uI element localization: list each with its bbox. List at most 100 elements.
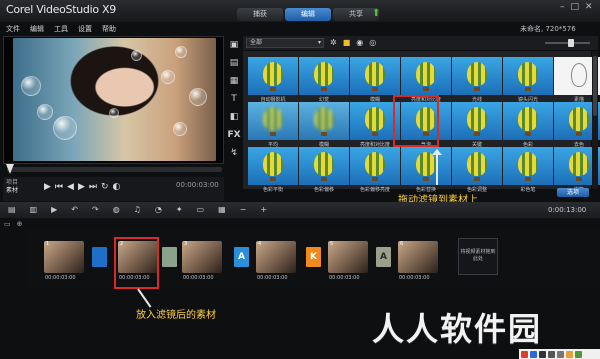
player-timecode[interactable]: 00:00:03:00 bbox=[176, 181, 219, 189]
undo-icon[interactable]: ↶ bbox=[71, 205, 78, 214]
end-icon[interactable]: ⏭ bbox=[89, 182, 97, 192]
selected-thumbnail-highlight bbox=[393, 95, 439, 147]
filter-thumbnail[interactable] bbox=[248, 102, 298, 140]
menu-help[interactable]: 帮助 bbox=[102, 24, 116, 34]
drop-zone[interactable]: 将视频素材拖到此处 bbox=[458, 238, 498, 275]
storyboard-clip[interactable] bbox=[256, 241, 296, 273]
storyboard-clip[interactable] bbox=[398, 241, 438, 273]
system-tray bbox=[519, 349, 600, 359]
repeat-icon[interactable]: ↻ bbox=[101, 182, 109, 192]
storyboard-clip[interactable] bbox=[328, 241, 368, 273]
add-track-icon[interactable]: ⊕ bbox=[17, 220, 23, 228]
scrub-bar[interactable] bbox=[7, 167, 222, 172]
filter-2d-icon[interactable]: ◉ bbox=[356, 38, 363, 47]
transition-thumbnail[interactable]: K bbox=[306, 247, 321, 267]
options-button[interactable]: 选项 bbox=[557, 188, 589, 197]
menu-settings[interactable]: 设置 bbox=[78, 24, 92, 34]
filter-thumbnail[interactable] bbox=[503, 102, 553, 140]
filter-thumbnail[interactable] bbox=[299, 57, 349, 95]
filter-thumbnail[interactable] bbox=[503, 57, 553, 95]
folder-icon[interactable]: ■ bbox=[343, 38, 351, 47]
filter-thumbnail[interactable] bbox=[503, 147, 553, 185]
graphic-icon[interactable]: ◧ bbox=[230, 112, 239, 122]
filter-3d-icon[interactable]: ◎ bbox=[369, 38, 376, 47]
menu-edit[interactable]: 编辑 bbox=[30, 24, 44, 34]
fx-icon[interactable]: FX bbox=[227, 130, 240, 140]
timeline-timecode[interactable]: 0:00:13:00 bbox=[548, 206, 586, 214]
mode-clip[interactable]: 素材 bbox=[6, 187, 18, 195]
tab-capture[interactable]: 捕获 bbox=[237, 8, 283, 21]
next-frame-icon[interactable]: ▶ bbox=[78, 182, 85, 192]
filter-thumbnail[interactable] bbox=[299, 102, 349, 140]
multi-cam-icon[interactable]: ▦ bbox=[218, 205, 226, 214]
motion-track-icon[interactable]: ✦ bbox=[176, 205, 183, 214]
timeline-view-icon[interactable]: ▥ bbox=[30, 205, 38, 214]
zoom-in-icon[interactable]: + bbox=[260, 205, 267, 214]
transition-thumbnail[interactable] bbox=[92, 247, 107, 267]
menu-tools[interactable]: 工具 bbox=[54, 24, 68, 34]
filter-thumbnail[interactable] bbox=[401, 57, 451, 95]
redo-icon[interactable]: ↷ bbox=[92, 205, 99, 214]
tool-icon[interactable] bbox=[575, 350, 582, 358]
play-icon[interactable]: ▶ bbox=[44, 182, 51, 192]
volume-icon[interactable]: ◐ bbox=[113, 182, 121, 192]
title-icon[interactable]: T bbox=[231, 94, 237, 104]
play-icon[interactable]: ▶ bbox=[51, 205, 57, 214]
ime-icon[interactable] bbox=[530, 350, 537, 358]
filter-thumbnail[interactable] bbox=[350, 147, 400, 185]
filter-thumbnail[interactable] bbox=[350, 57, 400, 95]
menu-bar: 文件 编辑 工具 设置 帮助 bbox=[6, 24, 116, 34]
maximize-icon[interactable]: □ bbox=[571, 2, 580, 12]
filter-select[interactable]: 全部 ▾ bbox=[246, 38, 324, 48]
home-icon[interactable]: ⏮ bbox=[55, 182, 63, 192]
path-icon[interactable]: ↯ bbox=[230, 148, 238, 158]
filter-thumbnail[interactable] bbox=[401, 147, 451, 185]
filter-thumbnail[interactable] bbox=[452, 102, 502, 140]
subtitle-icon[interactable]: ▭ bbox=[197, 205, 205, 214]
balloon-graphic bbox=[518, 62, 538, 86]
moon-icon[interactable] bbox=[539, 350, 546, 358]
library-scroll-thumb[interactable] bbox=[593, 56, 597, 116]
preview-image bbox=[13, 38, 216, 161]
skin-icon[interactable] bbox=[566, 350, 573, 358]
bubble bbox=[189, 88, 207, 106]
balloon-graphic bbox=[365, 107, 385, 131]
tab-edit[interactable]: 编辑 bbox=[285, 8, 331, 21]
menu-file[interactable]: 文件 bbox=[6, 24, 20, 34]
transition-icon[interactable]: ▦ bbox=[230, 76, 239, 86]
keyboard-icon[interactable] bbox=[557, 350, 564, 358]
storyboard-clip[interactable] bbox=[44, 241, 84, 273]
transition-thumbnail[interactable]: A bbox=[376, 247, 391, 267]
filter-thumbnail[interactable] bbox=[452, 147, 502, 185]
transition-thumbnail[interactable] bbox=[162, 247, 177, 267]
prev-frame-icon[interactable]: ◀ bbox=[67, 182, 74, 192]
auto-music-icon[interactable]: ◔ bbox=[155, 205, 162, 214]
clip-number: 1 bbox=[46, 241, 50, 247]
filter-thumbnail[interactable] bbox=[248, 147, 298, 185]
transition-thumbnail[interactable]: A bbox=[234, 247, 249, 267]
mode-project[interactable]: 项目 bbox=[6, 179, 18, 187]
zoom-out-icon[interactable]: − bbox=[240, 205, 247, 214]
punct-icon[interactable] bbox=[548, 350, 555, 358]
storyboard-clip[interactable] bbox=[182, 241, 222, 273]
storyboard-view-icon[interactable]: ▤ bbox=[8, 205, 16, 214]
balloon-graphic bbox=[314, 107, 334, 131]
media-icon[interactable]: ▣ bbox=[230, 40, 239, 50]
filter-thumbnail[interactable] bbox=[299, 147, 349, 185]
sogou-icon[interactable] bbox=[521, 350, 528, 358]
filter-thumbnail[interactable] bbox=[248, 57, 298, 95]
balloon-graphic bbox=[263, 152, 283, 176]
record-icon[interactable]: ◍ bbox=[113, 205, 120, 214]
minimize-icon[interactable]: – bbox=[560, 2, 565, 12]
balloon-graphic bbox=[263, 62, 283, 86]
track-manager-icon[interactable]: ▭ bbox=[4, 220, 11, 228]
upload-icon[interactable]: ⬆ bbox=[372, 8, 380, 19]
mode-labels: 项目 素材 bbox=[6, 179, 18, 195]
site-watermark: 人人软件园 bbox=[372, 310, 543, 348]
audio-mix-icon[interactable]: ♫ bbox=[134, 205, 141, 214]
filter-thumbnail[interactable] bbox=[452, 57, 502, 95]
instant-project-icon[interactable]: ▤ bbox=[230, 58, 239, 68]
close-icon[interactable]: ✕ bbox=[585, 2, 593, 12]
favorite-icon[interactable]: ✲ bbox=[330, 38, 337, 47]
zoom-slider-handle[interactable] bbox=[568, 39, 574, 47]
